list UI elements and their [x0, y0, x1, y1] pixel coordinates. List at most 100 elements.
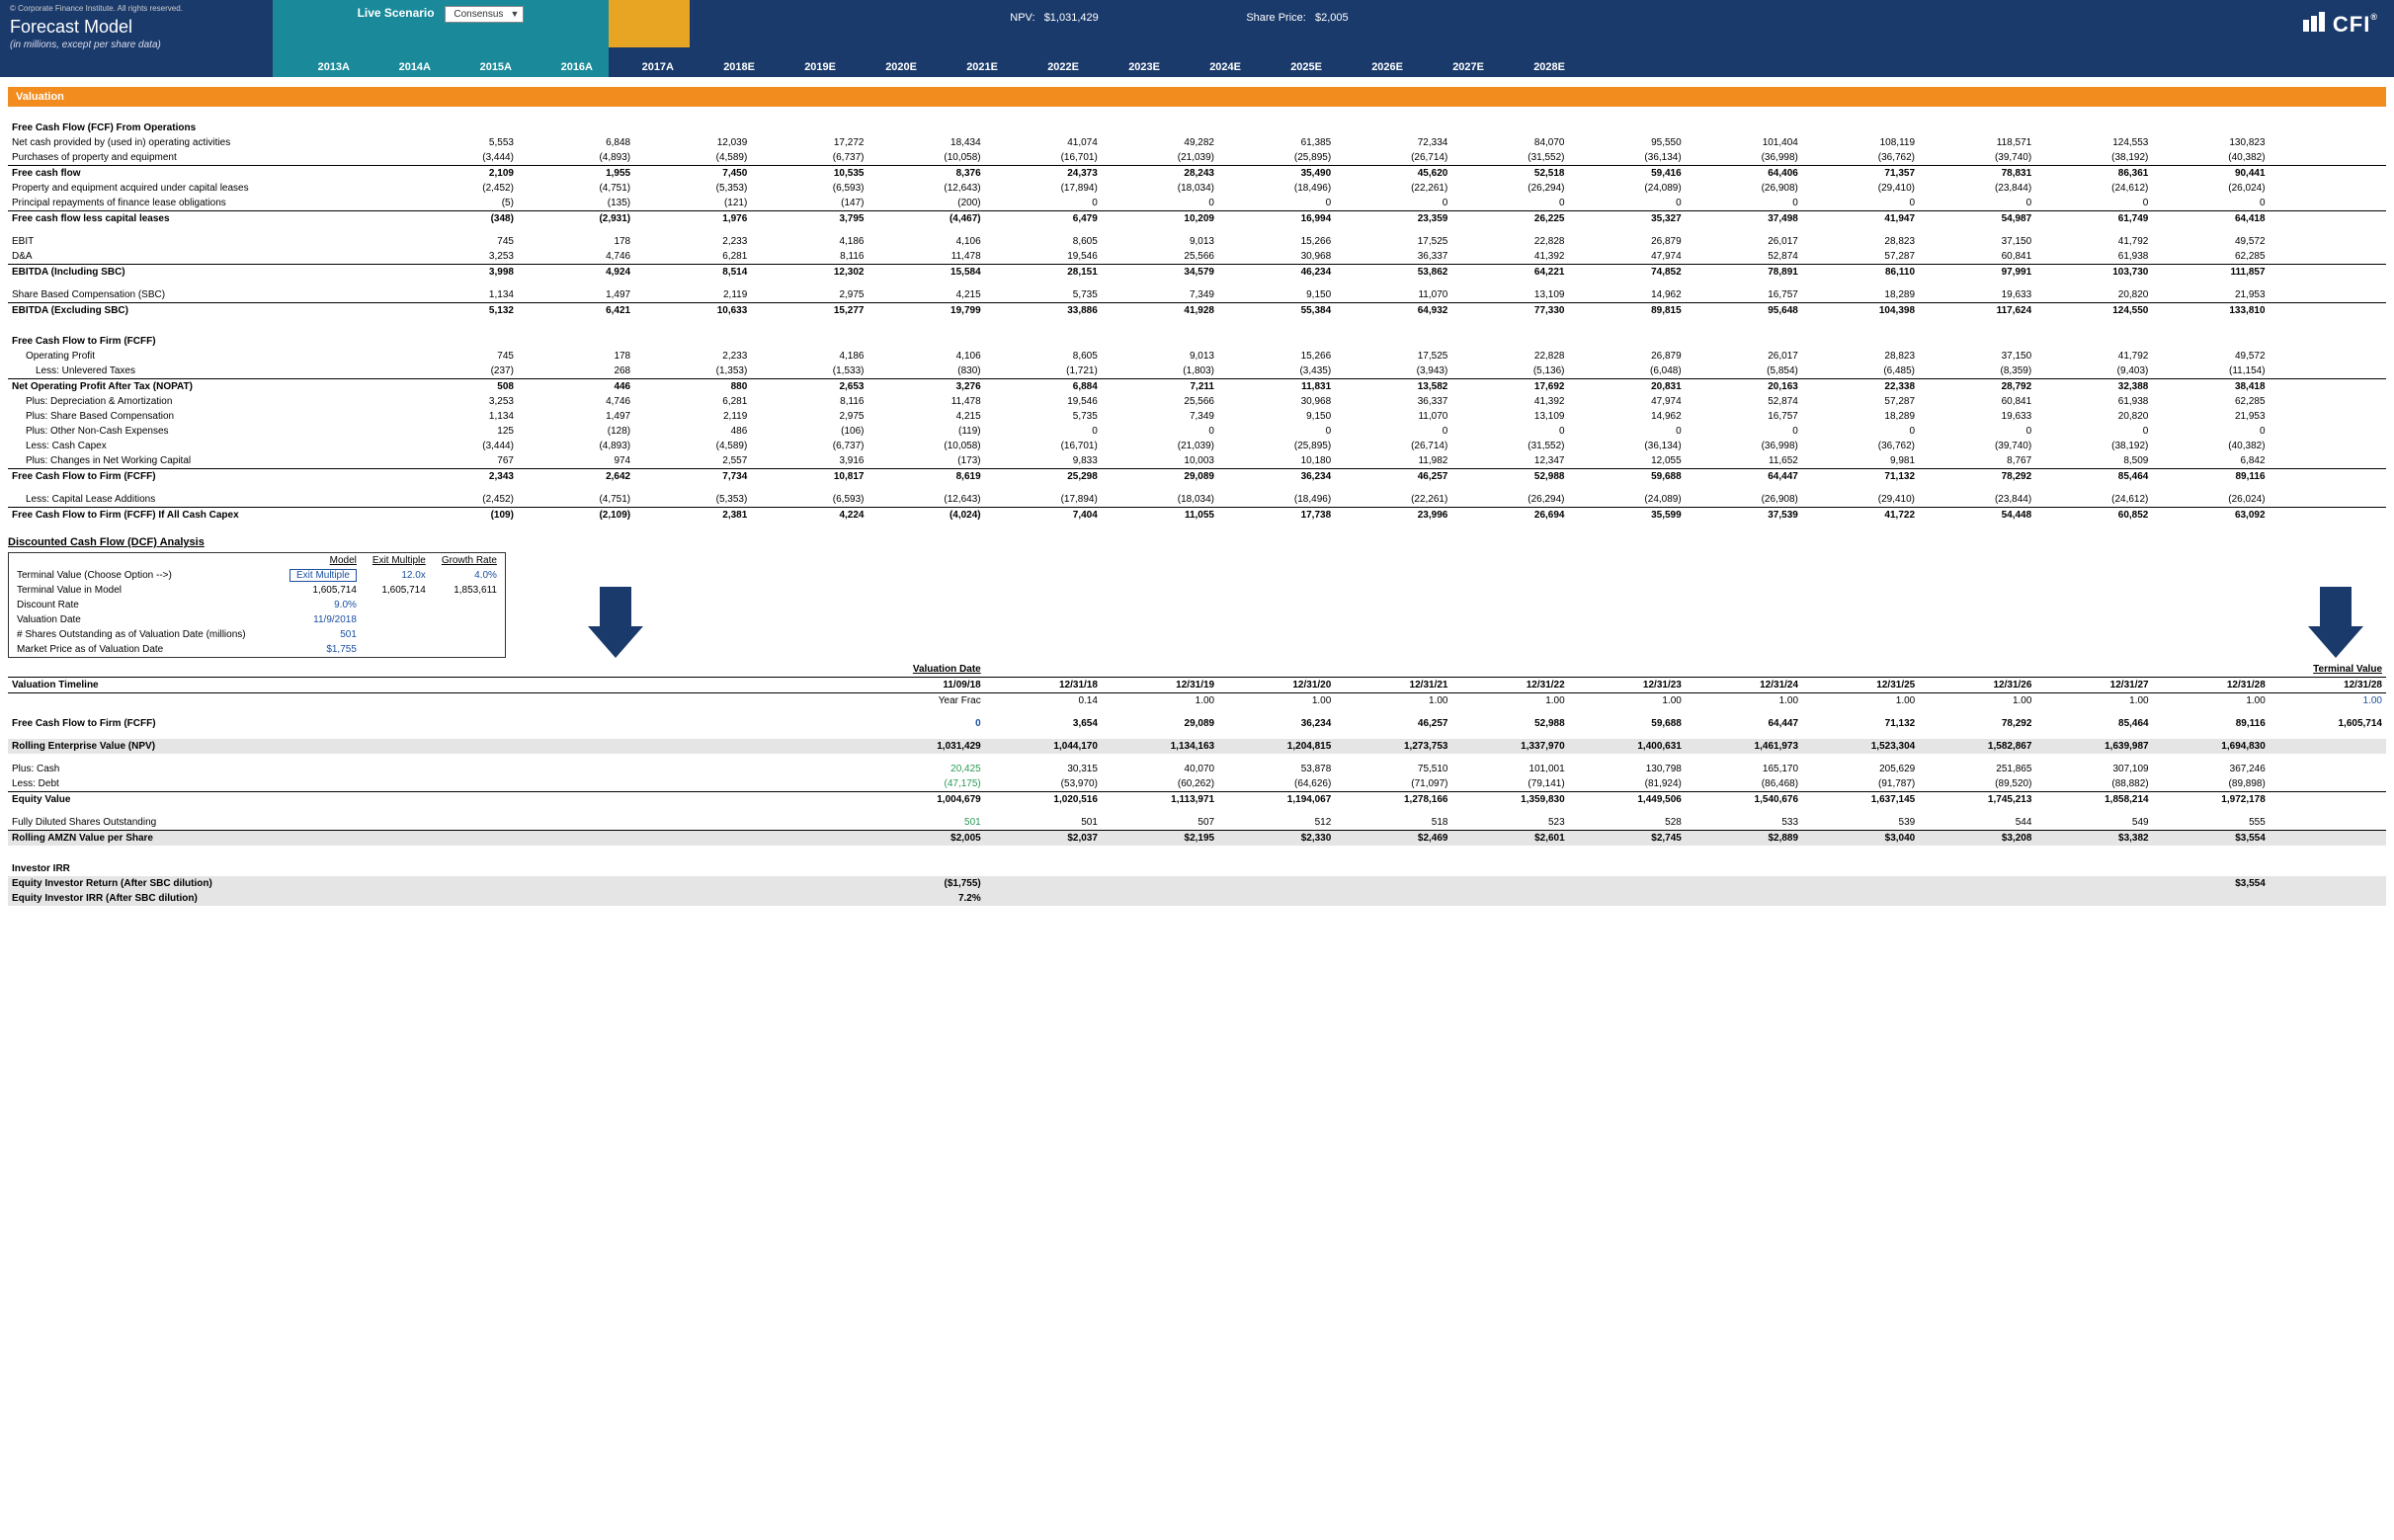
cell: [634, 693, 751, 709]
cell: (3,444): [401, 439, 518, 453]
cell: 57,287: [1802, 394, 1919, 409]
cell: (1,721): [985, 364, 1102, 379]
cell: 7,450: [634, 166, 751, 182]
cell: [1919, 876, 2035, 891]
row-label: Equity Investor IRR (After SBC dilution): [8, 891, 401, 906]
cell: 1.00: [2153, 693, 2270, 709]
cell: 1.00: [1451, 693, 1568, 709]
tv-exit-multiple[interactable]: 12.0x: [365, 568, 434, 583]
cell: 20,831: [1569, 379, 1686, 395]
cell: [2270, 762, 2386, 776]
scenario-dropdown[interactable]: Consensus: [445, 6, 524, 23]
cell: [2270, 303, 2386, 319]
cell: 61,385: [1218, 135, 1335, 150]
shares-outstanding-value[interactable]: 501: [282, 627, 365, 642]
cell: 4,746: [518, 394, 634, 409]
cell: 95,550: [1569, 135, 1686, 150]
cell: 15,266: [1218, 234, 1335, 249]
cell: 8,116: [751, 394, 867, 409]
cell: 13,582: [1335, 379, 1451, 395]
cell: 7,349: [1102, 409, 1218, 424]
cell: (60,262): [1102, 776, 1218, 792]
row-unlev-taxes: Less: Unlevered Taxes(237)268(1,353)(1,5…: [8, 364, 2386, 379]
cell: (36,134): [1569, 150, 1686, 166]
valuation-timeline-row: Valuation Timeline11/09/1812/31/1812/31/…: [8, 678, 2386, 693]
cell: (40,382): [2152, 439, 2269, 453]
model-title: Forecast Model: [10, 17, 263, 38]
row-net-cash: Net cash provided by (used in) operating…: [8, 135, 2386, 150]
cell: (4,589): [634, 150, 751, 166]
cell: 11,982: [1335, 453, 1451, 469]
cell: (24,612): [2035, 181, 2152, 196]
cell: [1218, 891, 1335, 906]
cell: 1,976: [634, 211, 751, 227]
cell: 52,874: [1686, 394, 1802, 409]
cell: (31,552): [1451, 439, 1568, 453]
cell: 19,633: [1919, 409, 2035, 424]
cell: 103,730: [2035, 265, 2152, 281]
cell: (119): [867, 424, 984, 439]
cell: (17,894): [985, 492, 1102, 508]
cell: (3,444): [401, 150, 518, 166]
cell: 3,654: [985, 716, 1102, 731]
section-label: Free Cash Flow (FCF) From Operations: [8, 113, 2386, 135]
cell: 10,003: [1102, 453, 1218, 469]
cell: 974: [518, 453, 634, 469]
cfi-logo: CFI ®: [2287, 6, 2394, 43]
cell: 307,109: [2035, 762, 2152, 776]
cell: 11,055: [1102, 508, 1218, 524]
cell: [2270, 876, 2386, 891]
year-frac-row: Year Frac0.141.001.001.001.001.001.001.0…: [8, 693, 2386, 709]
cell: 13,109: [1451, 409, 1568, 424]
cell: 64,221: [1451, 265, 1568, 281]
cell: 17,525: [1335, 234, 1451, 249]
discount-rate-value[interactable]: 9.0%: [282, 598, 365, 612]
cell: [751, 831, 867, 847]
year-column-2022E: 2022E: [1002, 61, 1083, 73]
cell: 55,384: [1218, 303, 1335, 319]
cell: (2,452): [401, 492, 518, 508]
cell: 64,447: [1686, 469, 1802, 485]
cell: 8,509: [2035, 453, 2152, 469]
cell: 28,823: [1802, 349, 1919, 364]
cell: 59,688: [1569, 469, 1686, 485]
cell: 74,852: [1569, 265, 1686, 281]
cell: 0: [1569, 196, 1686, 211]
cell: 0.14: [985, 693, 1102, 709]
cell: [751, 891, 867, 906]
cell: (3,435): [1218, 364, 1335, 379]
valuation-date-value[interactable]: 11/9/2018: [282, 612, 365, 627]
cell: (10,058): [867, 150, 984, 166]
row-label: Free Cash Flow to Firm (FCFF): [8, 469, 401, 485]
cell: (26,024): [2152, 181, 2269, 196]
cell: 130,823: [2152, 135, 2269, 150]
row-fcf-less-cap-leases: Free cash flow less capital leases(348)(…: [8, 211, 2386, 227]
market-price-value[interactable]: $1,755: [282, 642, 365, 657]
plus-cash-row: Plus: Cash20,42530,31540,07053,87875,510…: [8, 762, 2386, 776]
row-label: Plus: Other Non-Cash Expenses: [8, 424, 401, 439]
cell: 7,734: [634, 469, 751, 485]
valuation-date-label: Valuation Date: [9, 612, 282, 627]
cell: 6,884: [985, 379, 1102, 395]
cell: 0: [1569, 424, 1686, 439]
cell: 10,817: [751, 469, 867, 485]
cell: (4,589): [634, 439, 751, 453]
cell: 41,947: [1802, 211, 1919, 227]
cell: 6,842: [2152, 453, 2269, 469]
cell: [2270, 150, 2386, 166]
cell: (88,882): [2035, 776, 2152, 792]
cell: 22,828: [1451, 349, 1568, 364]
cell: 20,820: [2035, 409, 2152, 424]
cell: 26,879: [1569, 234, 1686, 249]
cell: $2,005: [868, 831, 985, 847]
row-label: Net cash provided by (used in) operating…: [8, 135, 401, 150]
tv-option-selector[interactable]: Exit Multiple: [289, 569, 357, 582]
tv-growth-rate[interactable]: 4.0%: [434, 568, 505, 583]
equity-investor-return-row: Equity Investor Return (After SBC diluti…: [8, 876, 2386, 891]
cell: 1.00: [1802, 693, 1919, 709]
cell: 0: [1686, 424, 1802, 439]
cell: 1,582,867: [1919, 739, 2035, 754]
cell: 9,013: [1102, 349, 1218, 364]
cell: (1,803): [1102, 364, 1218, 379]
cell: 28,243: [1102, 166, 1218, 182]
